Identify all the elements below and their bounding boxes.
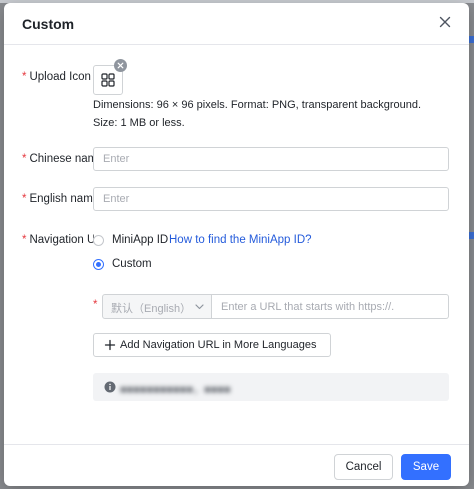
custom-dialog: Custom * Upload Icon Dimensions: 96 × 96 … bbox=[4, 3, 469, 486]
english-name-label: * English name bbox=[22, 193, 94, 205]
upload-icon-label: * Upload Icon bbox=[22, 71, 91, 83]
language-select[interactable]: 默认（English） bbox=[102, 294, 212, 319]
info-icon bbox=[104, 381, 116, 393]
radio-miniapp-id-label[interactable]: MiniApp ID bbox=[112, 234, 168, 246]
radio-custom[interactable] bbox=[93, 259, 104, 270]
plus-icon bbox=[104, 339, 116, 351]
required-asterisk: * bbox=[93, 299, 98, 311]
add-language-url-label: Add Navigation URL in More Languages bbox=[120, 339, 317, 351]
url-input[interactable] bbox=[212, 294, 449, 319]
chevron-down-icon bbox=[195, 304, 204, 310]
chinese-name-input[interactable] bbox=[93, 147, 449, 171]
background-accent bbox=[469, 232, 474, 239]
radio-miniapp-id[interactable] bbox=[93, 235, 104, 246]
notice-text: ■■■■■■■■■■■，■■■■ bbox=[120, 384, 231, 396]
required-asterisk: * bbox=[22, 193, 27, 205]
miniapp-id-help-link[interactable]: How to find the MiniApp ID? bbox=[169, 234, 312, 246]
navigation-url-label: *Navigation URL bbox=[22, 234, 94, 246]
required-asterisk: * bbox=[22, 71, 27, 83]
remove-icon[interactable] bbox=[114, 59, 127, 72]
english-name-input[interactable] bbox=[93, 187, 449, 211]
required-asterisk: * bbox=[22, 153, 27, 165]
dialog-header: Custom bbox=[4, 3, 469, 47]
cancel-button[interactable]: Cancel bbox=[334, 454, 393, 480]
radio-custom-label[interactable]: Custom bbox=[112, 258, 152, 270]
close-icon[interactable] bbox=[435, 12, 455, 32]
info-notice: ■■■■■■■■■■■，■■■■ bbox=[93, 373, 449, 401]
language-select-value: 默认（English） bbox=[111, 303, 192, 315]
grid-icon bbox=[101, 73, 115, 87]
chinese-name-label: *Chinese name bbox=[22, 153, 94, 165]
header-divider bbox=[4, 44, 469, 45]
required-asterisk: * bbox=[22, 234, 27, 246]
add-language-url-button[interactable]: Add Navigation URL in More Languages bbox=[93, 333, 331, 357]
background-accent bbox=[469, 36, 474, 43]
save-button[interactable]: Save bbox=[401, 454, 451, 480]
upload-hint-line1: Dimensions: 96 × 96 pixels. Format: PNG,… bbox=[93, 99, 422, 111]
dialog-title: Custom bbox=[22, 16, 75, 32]
upload-hint-line2: Size: 1 MB or less. bbox=[93, 117, 185, 129]
footer-divider bbox=[4, 444, 469, 445]
